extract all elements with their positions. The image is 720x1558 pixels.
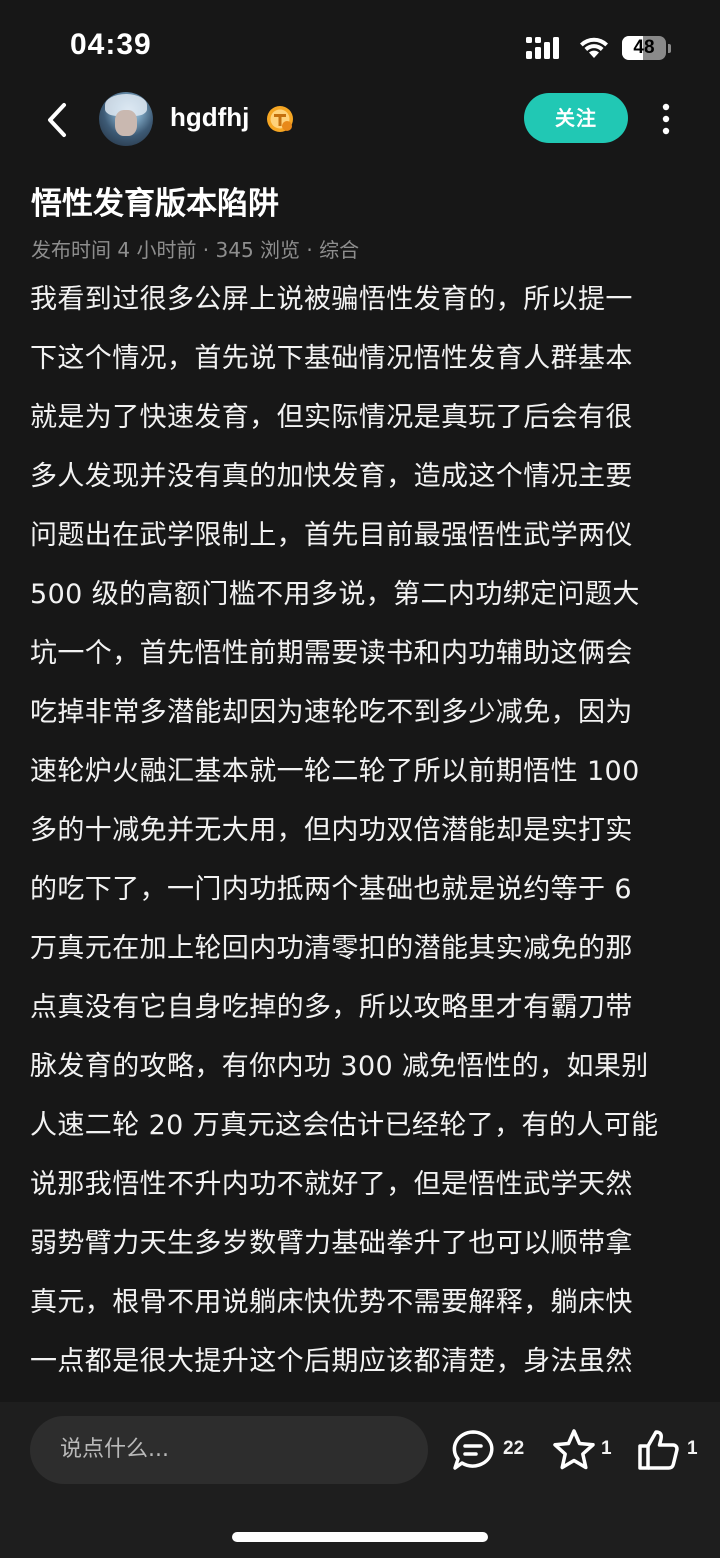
post-meta: 发布时间 4 小时前 · 345 浏览 · 综合 — [31, 238, 360, 262]
post-body-line: 多人发现并没有真的加快发育，造成这个情况主要 — [30, 461, 633, 492]
post-title: 悟性发育版本陷阱 — [31, 186, 279, 222]
author-avatar[interactable] — [99, 92, 153, 146]
post-body-line: 速轮炉火融汇基本就一轮二轮了所以前期悟性 100 — [30, 756, 640, 787]
star-icon — [553, 1429, 595, 1470]
comment-icon — [452, 1430, 494, 1470]
post-body-line: 弱势臂力天生多岁数臂力基础拳升了也可以顺带拿 — [30, 1228, 633, 1259]
battery-icon: 48 — [622, 36, 666, 60]
battery-percentage: 48 — [633, 37, 655, 58]
cellular-signal-icon — [526, 37, 559, 59]
post-body-line: 就是为了快速发育，但实际情况是真玩了后会有很 — [30, 402, 633, 433]
post-body-line: 坑一个，首先悟性前期需要读书和内功辅助这俩会 — [30, 638, 633, 669]
status-bar: 04:39 48 — [0, 0, 720, 96]
post-body-line: 下这个情况，首先说下基础情况悟性发育人群基本 — [30, 343, 633, 374]
bottom-action-bar: 说点什么... 22 1 1 — [0, 1402, 720, 1558]
post-body: 我看到过很多公屏上说被骗悟性发育的，所以提一 下这个情况，首先说下基础情况悟性发育… — [30, 270, 702, 1400]
like-button[interactable]: 1 — [636, 1428, 700, 1472]
post-body-line: 多的十减免并无大用，但内功双倍潜能却是实打实 — [30, 815, 633, 846]
comment-count: 22 — [503, 1438, 525, 1459]
comment-button[interactable]: 22 — [450, 1428, 530, 1472]
post-body-line: 500 级的高额门槛不用多说，第二内功绑定问题大 — [30, 579, 640, 610]
comment-input-placeholder: 说点什么... — [60, 1437, 169, 1462]
post-body-line: 万真元在加上轮回内功清零扣的潜能其实减免的那 — [30, 933, 633, 964]
more-options-icon[interactable] — [660, 102, 672, 136]
thumbs-up-icon — [638, 1430, 679, 1470]
post-body-line: 脉发育的攻略，有你内功 300 减免悟性的，如果别 — [30, 1051, 649, 1082]
back-arrow-icon[interactable] — [40, 100, 72, 140]
favorite-count: 1 — [601, 1438, 612, 1459]
author-username[interactable]: hgdfhj — [170, 102, 249, 133]
wifi-icon — [580, 37, 608, 58]
status-time: 04:39 — [70, 28, 152, 61]
like-count: 1 — [687, 1438, 698, 1459]
post-body-line: 人速二轮 20 万真元这会估计已经轮了，有的人可能 — [30, 1110, 659, 1141]
follow-button[interactable]: 关注 — [524, 93, 628, 143]
post-body-line: 点真没有它自身吃掉的多，所以攻略里才有霸刀带 — [30, 992, 633, 1023]
post-header: hgdfhj 关注 — [0, 88, 720, 152]
post-body-line: 问题出在武学限制上，首先目前最强悟性武学两仪 — [30, 520, 633, 551]
post-body-line: 说那我悟性不升内功不就好了，但是悟性武学天然 — [30, 1169, 633, 1200]
favorite-button[interactable]: 1 — [552, 1428, 616, 1472]
post-body-line: 吃掉非常多潜能却因为速轮吃不到多少减免，因为 — [30, 697, 633, 728]
post-body-line: 真元，根骨不用说躺床快优势不需要解释，躺床快 — [30, 1287, 633, 1318]
battery-cap — [668, 44, 671, 53]
comment-input[interactable]: 说点什么... — [30, 1416, 428, 1484]
post-body-line: 我看到过很多公屏上说被骗悟性发育的，所以提一 — [30, 284, 633, 315]
post-body-line: 的吃下了，一门内功抵两个基础也就是说约等于 6 — [30, 874, 632, 905]
post-body-line: 一点都是很大提升这个后期应该都清楚，身法虽然 — [30, 1346, 633, 1377]
home-indicator[interactable] — [232, 1532, 488, 1542]
user-level-badge-icon — [267, 106, 293, 132]
